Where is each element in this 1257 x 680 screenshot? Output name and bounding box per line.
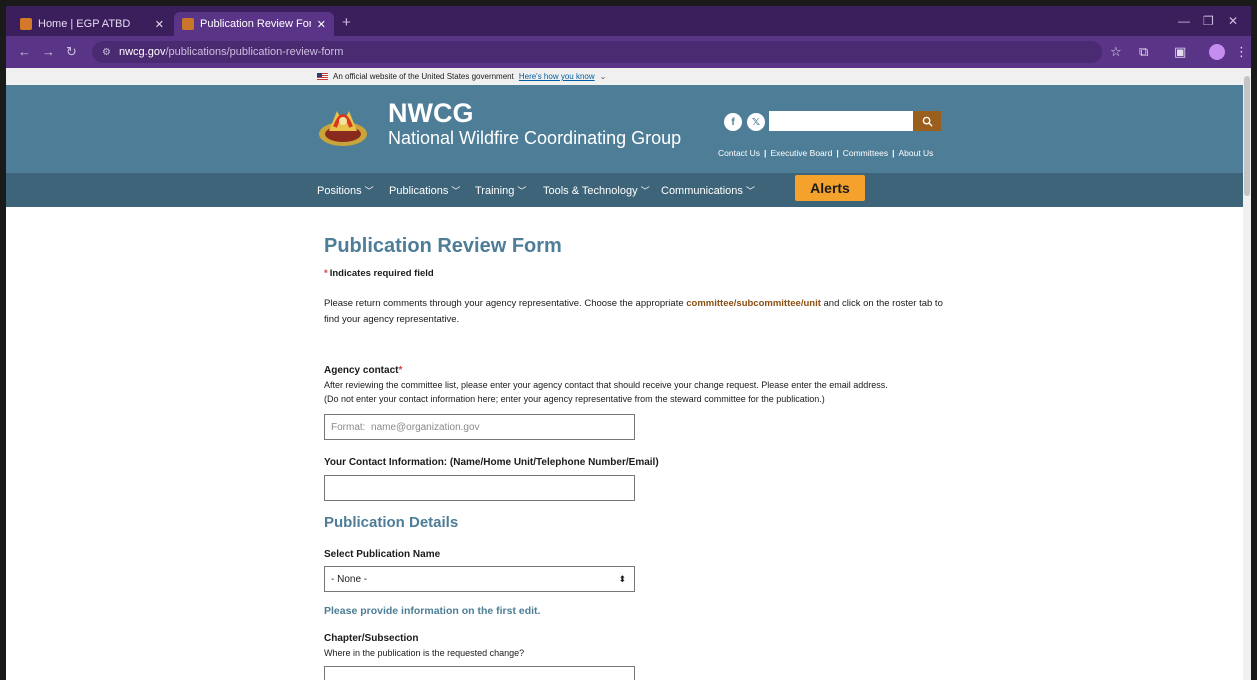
close-tab-icon[interactable]: ✕ [155, 18, 164, 31]
first-edit-note: Please provide information on the first … [324, 605, 541, 617]
required-note: * Indicates required field [324, 268, 434, 279]
select-publication-label: Select Publication Name [324, 549, 441, 560]
committees-link[interactable]: Committees [843, 148, 888, 158]
menu-dots-icon[interactable]: ⋮ [1235, 44, 1248, 60]
intro-text-start: Please return comments through your agen… [324, 298, 687, 309]
divider: | [836, 148, 839, 158]
nav-training[interactable]: Training ﹀ [475, 184, 526, 197]
committee-link[interactable]: committee/subcommittee/unit [686, 298, 821, 309]
chevron-down-icon: ﹀ [640, 186, 650, 196]
agency-contact-note: (Do not enter your contact information h… [324, 394, 825, 404]
back-icon[interactable]: ← [18, 44, 31, 59]
tab-label: Home | EGP ATBD [38, 18, 131, 30]
search-icon [922, 116, 933, 127]
main-nav: Positions ﹀ Publications ﹀ Training ﹀ Tools… [6, 173, 1243, 207]
address-bar: ← → ↻ ⚙ nwcg.gov /publications/publicati… [6, 36, 1251, 68]
forward-icon[interactable]: → [42, 44, 55, 59]
nav-tools-technology[interactable]: Tools & Technology ﹀ [543, 184, 650, 197]
tab-bar: Home | EGP ATBD ✕ Publication Review For… [6, 6, 1251, 36]
chapter-subsection-label: Chapter/Subsection [324, 633, 419, 644]
utility-links: Contact Us | Executive Board | Committees | Ab… [718, 148, 933, 158]
nav-positions[interactable]: Positions ﹀ [317, 184, 374, 197]
agency-contact-email-field[interactable] [324, 414, 635, 440]
new-tab-icon[interactable]: + [342, 14, 351, 31]
tab-home-egp[interactable]: Home | EGP ATBD ✕ [12, 12, 172, 36]
selected-publication-value: - None - [331, 573, 368, 585]
scrollbar-thumb[interactable] [1244, 76, 1250, 196]
reading-mode-icon[interactable]: ▣ [1174, 44, 1186, 60]
contact-us-link[interactable]: Contact Us [718, 148, 760, 158]
site-info-icon[interactable]: ⚙ [102, 47, 111, 58]
url-path: /publications/publication-review-form [165, 46, 344, 58]
chevron-down-icon: ﹀ [364, 186, 374, 196]
browser-window: Home | EGP ATBD ✕ Publication Review For… [6, 6, 1251, 680]
your-contact-field[interactable] [324, 475, 635, 501]
chapter-subsection-field[interactable] [324, 666, 635, 680]
required-asterisk: * [324, 268, 328, 279]
publication-details-heading: Publication Details [324, 514, 459, 531]
heres-how-you-know-link[interactable]: Here's how you know [519, 72, 595, 81]
nav-label: Training [475, 185, 515, 197]
minimize-icon[interactable]: — [1178, 14, 1190, 28]
search-button[interactable] [913, 111, 941, 131]
extensions-icon[interactable]: ⧉ [1139, 44, 1148, 60]
facebook-icon[interactable]: f [724, 113, 742, 131]
url-domain: nwcg.gov [118, 46, 166, 58]
nwcg-logo[interactable] [317, 101, 369, 151]
us-flag-icon [317, 73, 328, 80]
tab-publication-review[interactable]: Publication Review Form | NWC ✕ [174, 12, 334, 36]
site-search-input[interactable] [769, 111, 913, 131]
nav-label: Publications [389, 185, 449, 197]
agency-contact-description: After reviewing the committee list, plea… [324, 380, 888, 390]
profile-avatar[interactable] [1209, 44, 1225, 60]
close-window-icon[interactable]: ✕ [1228, 14, 1238, 28]
site-header: NWCG National Wildfire Coordinating Grou… [6, 85, 1243, 173]
publication-name-select[interactable]: - None - ⬍ [324, 566, 635, 592]
nav-label: Positions [317, 185, 362, 197]
egp-favicon-icon [20, 18, 32, 30]
nwcg-emblem-icon [319, 111, 367, 146]
about-us-link[interactable]: About Us [898, 148, 933, 158]
nwcg-favicon-icon [182, 18, 194, 30]
chevron-down-icon: ﹀ [745, 186, 755, 196]
chapter-subsection-description: Where in the publication is the requeste… [324, 648, 525, 658]
brand-title[interactable]: NWCG [388, 98, 473, 129]
nav-label: Tools & Technology [543, 185, 638, 197]
page-scrollbar[interactable] [1243, 68, 1251, 680]
restore-icon[interactable]: ❐ [1203, 14, 1214, 28]
divider: | [892, 148, 895, 158]
alerts-button[interactable]: Alerts [795, 175, 865, 201]
close-tab-icon[interactable]: ✕ [317, 18, 326, 31]
executive-board-link[interactable]: Executive Board [770, 148, 832, 158]
agency-contact-label: Agency contact* [324, 365, 404, 376]
brand-subtitle[interactable]: National Wildfire Coordinating Group [388, 128, 681, 149]
bookmark-star-icon[interactable]: ☆ [1110, 44, 1122, 60]
chevron-down-icon[interactable]: ⌄ [600, 72, 607, 81]
agency-contact-label-text: Agency contact [324, 365, 399, 376]
url-field[interactable]: ⚙ nwcg.gov /publications/publication-rev… [92, 41, 1102, 63]
gov-banner: An official website of the United States… [6, 68, 1243, 85]
select-arrows-icon: ⬍ [618, 573, 626, 584]
nav-publications[interactable]: Publications ﹀ [389, 184, 460, 197]
nav-communications[interactable]: Communications ﹀ [661, 184, 755, 197]
required-asterisk: * [398, 365, 403, 376]
required-note-text: Indicates required field [329, 268, 434, 279]
your-contact-label: Your Contact Information: (Name/Home Uni… [324, 457, 659, 468]
nav-label: Communications [661, 185, 743, 197]
page-viewport: An official website of the United States… [6, 68, 1243, 680]
chevron-down-icon: ﹀ [451, 186, 461, 196]
chevron-down-icon: ﹀ [517, 186, 527, 196]
divider: | [764, 148, 767, 158]
page-title: Publication Review Form [324, 235, 562, 257]
tab-label: Publication Review Form | NWC [200, 18, 311, 30]
intro-text: Please return comments through your agen… [324, 296, 954, 328]
x-twitter-icon[interactable]: 𝕏 [747, 113, 765, 131]
gov-banner-text: An official website of the United States… [333, 72, 514, 81]
reload-icon[interactable]: ↻ [66, 44, 77, 60]
